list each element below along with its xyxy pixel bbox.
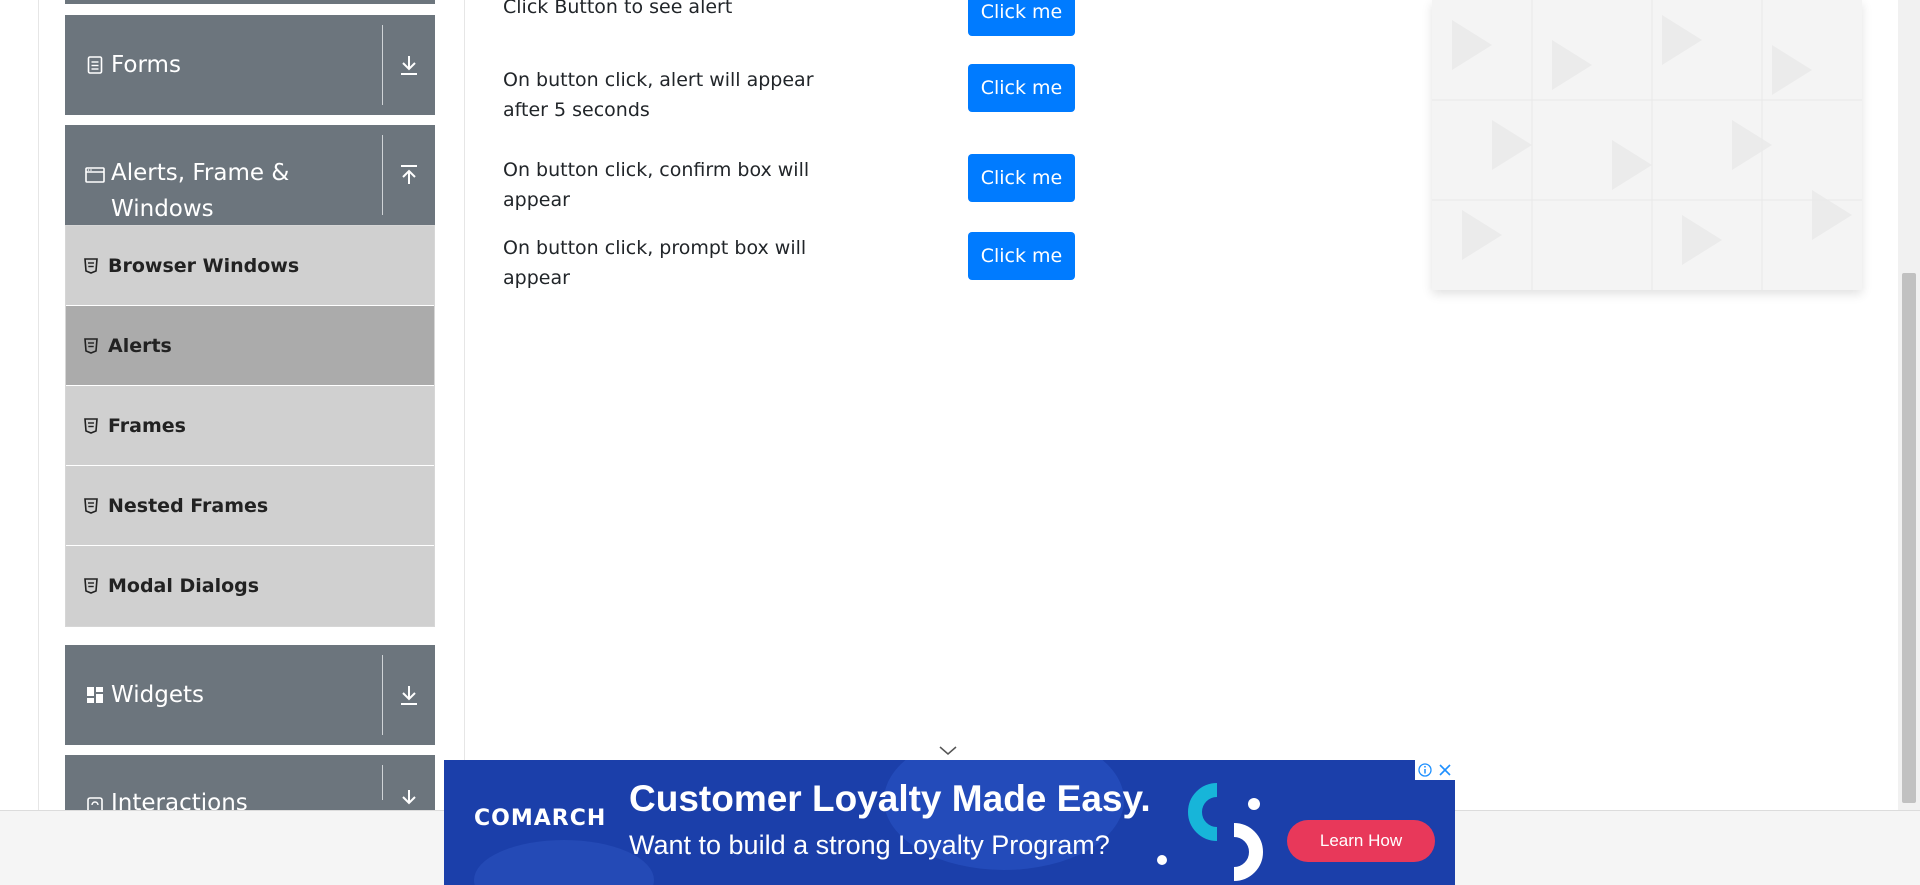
menu-item-label: Nested Frames	[108, 494, 269, 517]
scrollbar-thumb[interactable]	[1902, 273, 1916, 803]
ad-subline: Want to build a strong Loyalty Program?	[629, 830, 1110, 860]
interactions-icon	[85, 795, 105, 810]
menu-item-alerts[interactable]: Alerts	[66, 306, 434, 386]
ad-learn-how-button[interactable]: Learn How	[1287, 820, 1435, 862]
group-header-widgets[interactable]: Widgets	[65, 645, 435, 745]
ad-controls	[1415, 760, 1455, 780]
alert-row-text: Click Button to see alert	[503, 0, 733, 18]
alert-button[interactable]: Click me	[968, 0, 1075, 36]
elements-group-header-edge[interactable]	[65, 0, 435, 4]
side-ad-panel[interactable]	[1432, 0, 1862, 290]
menu-item-frames[interactable]: Frames	[66, 386, 434, 466]
group-title-interactions: Interactions	[111, 790, 248, 810]
download-arrow-icon[interactable]	[383, 645, 435, 745]
info-icon[interactable]	[1415, 760, 1435, 780]
group-title-forms: Forms	[111, 52, 181, 78]
close-icon[interactable]	[1435, 760, 1455, 780]
menu-item-label: Frames	[108, 414, 186, 437]
confirm-button[interactable]: Click me	[968, 154, 1075, 202]
group-header-forms[interactable]: Forms	[65, 15, 435, 115]
group-header-interactions[interactable]: Interactions	[65, 755, 435, 810]
upload-arrow-icon[interactable]	[383, 125, 435, 225]
sidebar-border-left	[38, 0, 39, 810]
download-arrow-icon[interactable]	[383, 755, 435, 810]
widgets-icon	[85, 685, 105, 705]
group-title-widgets: Widgets	[111, 682, 204, 708]
group-title-alerts-frame-windows: Alerts, Frame & Windows	[111, 160, 290, 222]
menu-item-label: Modal Dialogs	[108, 575, 260, 597]
alerts-frame-windows-menu: Browser Windows Alerts Frames Nested Fra…	[65, 225, 435, 627]
window-icon	[85, 165, 105, 185]
download-arrow-icon[interactable]	[383, 15, 435, 115]
sidebar-border-right	[464, 0, 465, 810]
form-icon	[85, 55, 105, 75]
ad-headline: Customer Loyalty Made Easy.	[629, 778, 1151, 819]
html5-icon	[84, 257, 98, 274]
html5-icon	[84, 578, 98, 594]
timer-alert-button[interactable]: Click me	[968, 64, 1075, 112]
page-scrollbar[interactable]	[1898, 0, 1920, 810]
prompt-row-text: On button click, prompt box will appear	[503, 237, 807, 289]
menu-item-label: Alerts	[108, 334, 172, 357]
html5-icon	[84, 497, 98, 514]
confirm-row-text: On button click, confirm box will appear	[503, 159, 810, 211]
html5-icon	[84, 337, 98, 354]
bottom-banner-ad[interactable]: COMARCH Customer Loyalty Made Easy. Want…	[444, 760, 1455, 885]
prompt-button[interactable]: Click me	[968, 232, 1075, 280]
menu-item-modal-dialogs[interactable]: Modal Dialogs	[66, 546, 434, 626]
ad-brand-logo: COMARCH	[474, 806, 607, 831]
chevron-down-icon[interactable]	[938, 742, 958, 755]
ad-pattern-image	[1432, 0, 1862, 290]
html5-icon	[84, 417, 98, 434]
menu-item-label: Browser Windows	[108, 254, 300, 277]
menu-item-browser-windows[interactable]: Browser Windows	[66, 226, 434, 306]
group-header-alerts-frame-windows[interactable]: Alerts, Frame & Windows	[65, 125, 435, 225]
timer-alert-row-text: On button click, alert will appear after…	[503, 69, 814, 121]
page: Forms Alerts, Frame & Windows Browser Wi…	[0, 0, 1920, 885]
menu-item-nested-frames[interactable]: Nested Frames	[66, 466, 434, 546]
